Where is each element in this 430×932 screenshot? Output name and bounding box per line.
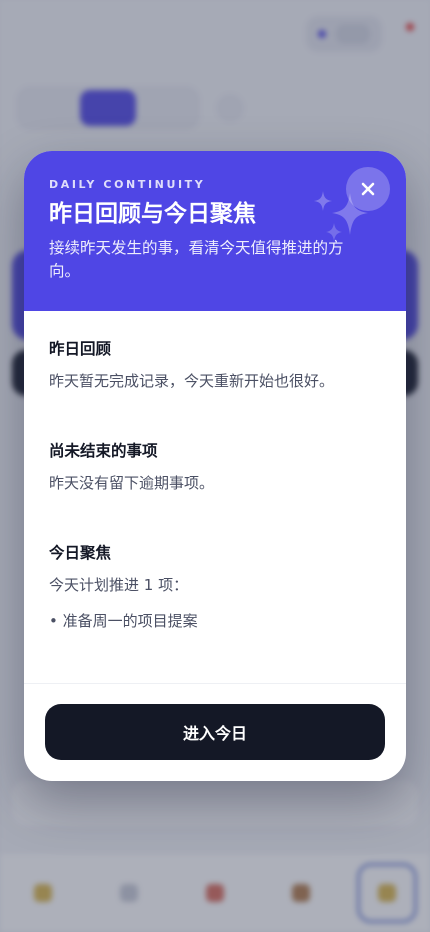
modal-footer: 进入今日 [24,683,406,781]
section-text: 今天计划推进 1 项： [49,576,189,594]
focus-list-item: • 准备周一的项目提案 [49,612,198,630]
section-text: 昨天没有留下逾期事项。 [49,474,215,492]
section-today-focus: 今日聚焦 今天计划推进 1 项： • 准备周一的项目提案 [49,543,381,631]
enter-today-button[interactable]: 进入今日 [45,704,385,760]
close-icon [361,182,375,196]
section-title: 尚未结束的事项 [49,442,158,460]
modal-body: 昨日回顾 昨天暂无完成记录，今天重新开始也很好。 尚未结束的事项 昨天没有留下逾… [24,311,406,631]
section-unfinished-items: 尚未结束的事项 昨天没有留下逾期事项。 [49,441,381,493]
section-title: 昨日回顾 [49,340,112,358]
section-text: 昨天暂无完成记录，今天重新开始也很好。 [49,372,335,390]
section-yesterday-review: 昨日回顾 昨天暂无完成记录，今天重新开始也很好。 [49,339,381,391]
close-button[interactable] [346,167,390,211]
modal-header: DAILY CONTINUITY 昨日回顾与今日聚焦 接续昨天发生的事，看清今天… [24,151,406,311]
section-title: 今日聚焦 [49,544,112,562]
daily-continuity-modal: DAILY CONTINUITY 昨日回顾与今日聚焦 接续昨天发生的事，看清今天… [24,151,406,781]
